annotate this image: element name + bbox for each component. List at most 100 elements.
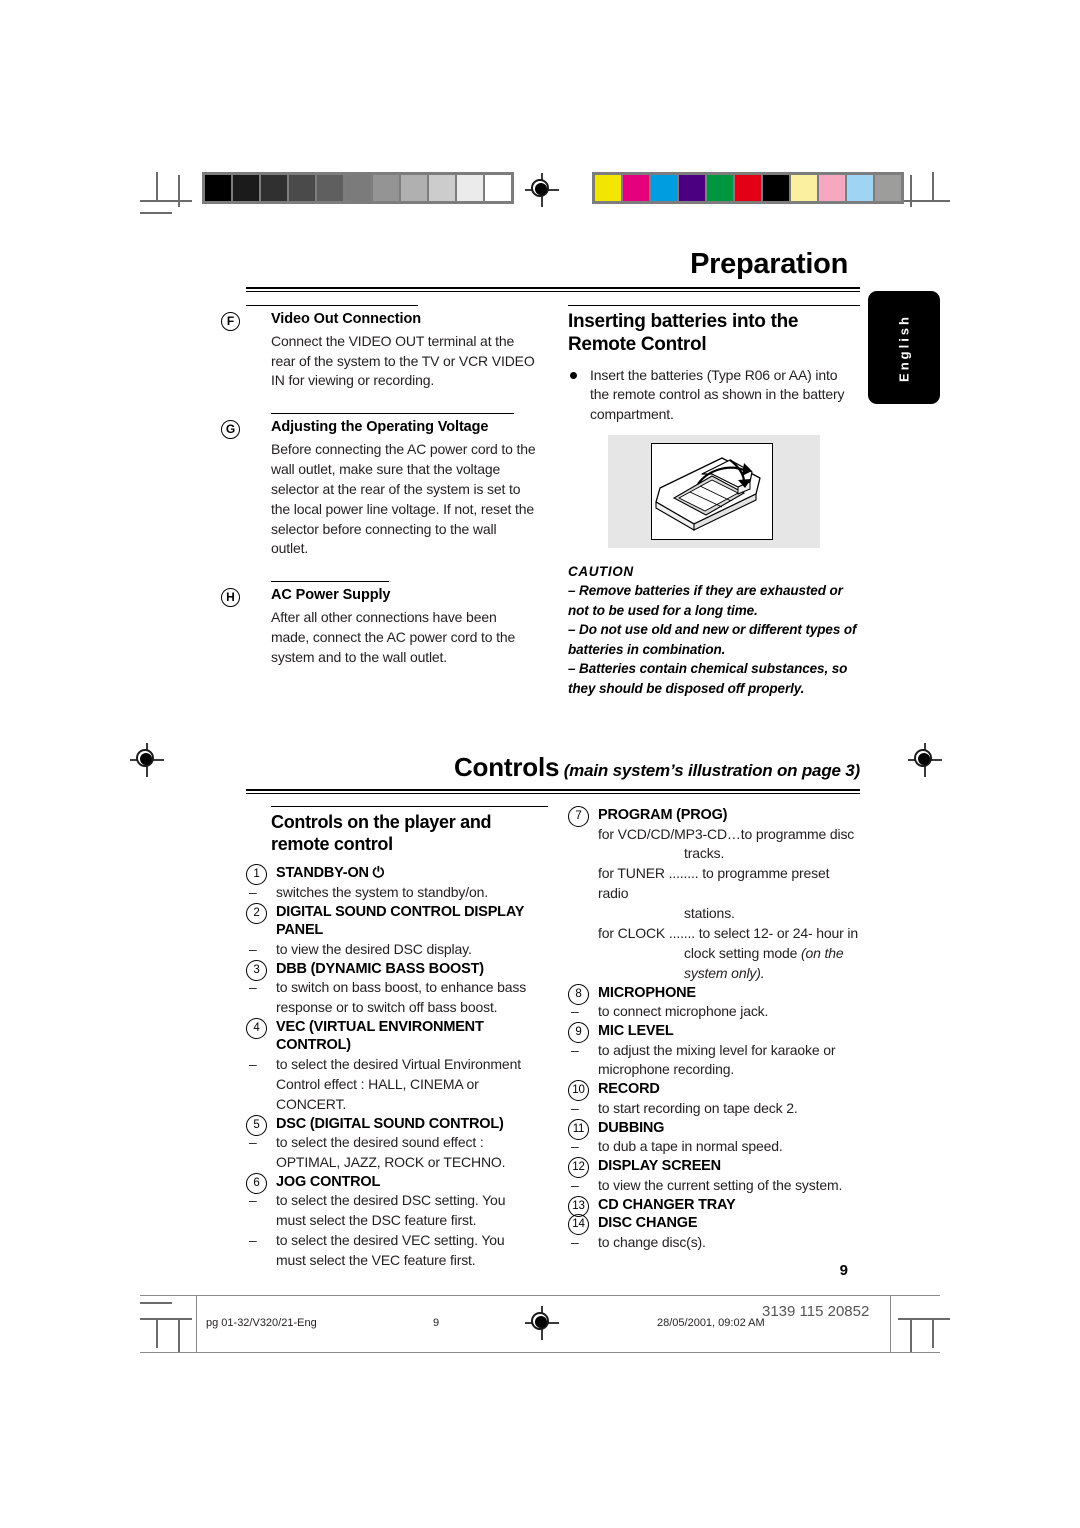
control-description: – to select the desired sound effect : OP… [246, 1133, 536, 1173]
program-line-indent: clock setting mode (on the [598, 944, 860, 964]
control-description: – to select the desired VEC setting. You … [246, 1231, 536, 1271]
section-ac-power-supply: H AC Power Supply After all other connec… [221, 581, 536, 667]
control-description: – to dub a tape in normal speed. [568, 1137, 860, 1157]
control-description: – to adjust the mixing level for karaoke … [568, 1041, 860, 1081]
control-description-text: to adjust the mixing level for karaoke o… [598, 1041, 836, 1078]
control-label-text: MICROPHONE [598, 984, 696, 1001]
control-description: – switches the system to standby/on. [246, 883, 536, 903]
section-divider [568, 305, 860, 306]
dash-bullet: – [249, 940, 257, 957]
control-description-text: to select the desired DSC setting. You m… [276, 1192, 506, 1229]
control-label: 6 JOG CONTROL [246, 1172, 536, 1194]
page-number: 9 [839, 1262, 848, 1279]
control-description-text: to select the desired sound effect : OPT… [276, 1134, 506, 1171]
control-item-dbb: 3 DBB (DYNAMIC BASS BOOST) – to switch on … [246, 959, 536, 1018]
footer-page-marker: 9 [433, 1317, 440, 1329]
section-letter-badge: H [221, 588, 240, 608]
dash-bullet: – [571, 1003, 579, 1020]
section-heading: Adjusting the Operating Voltage [271, 419, 489, 436]
control-label-text: CD CHANGER TRAY [598, 1196, 736, 1213]
controls-right-column: 7 PROGRAM (PROG) for VCD/CD/MP3-CD…to pro… [568, 806, 860, 1253]
section-heading: Video Out Connection [271, 311, 421, 327]
control-description-text: to change disc(s). [598, 1233, 706, 1250]
control-label: 12 DISPLAY SCREEN [568, 1157, 860, 1179]
control-label: 10 RECORD [568, 1080, 860, 1102]
dash-bullet: – [249, 883, 257, 900]
battery-bullet-text: Insert the batteries (Type R06 or AA) in… [590, 366, 845, 423]
control-label: 14 DISC CHANGE [568, 1214, 860, 1236]
program-line-indent: tracks. [684, 845, 725, 862]
dash-bullet: – [249, 1232, 257, 1249]
control-description: for CLOCK ....... to select 12- or 24- h… [568, 924, 860, 984]
section-body: After all other connections have been ma… [271, 608, 516, 665]
footer-side-tick-right [890, 1295, 891, 1352]
control-label-text: VEC (VIRTUAL ENVIRONMENT CONTROL) [276, 1018, 484, 1054]
section-divider [271, 581, 389, 583]
dash-bullet: – [571, 1099, 579, 1116]
control-description: – to connect microphone jack. [568, 1002, 860, 1022]
section-heading: AC Power Supply [271, 587, 391, 604]
section-video-out-connection: F Video Out Connection Connect the VIDEO… [221, 305, 536, 391]
control-item-record: 10 RECORD – to start recording on tape dec… [568, 1080, 860, 1118]
controls-banner-rule [246, 789, 860, 794]
remote-battery-figure-frame [651, 443, 773, 541]
control-label-text: MIC LEVEL [598, 1022, 674, 1039]
control-label: 1 STANDBY-ON ⏻ [246, 864, 536, 886]
control-label: 8 MICROPHONE [568, 983, 860, 1005]
control-label-text: RECORD [598, 1081, 660, 1098]
footer-side-tick-left [196, 1295, 197, 1352]
control-label: 11 DUBBING [568, 1118, 860, 1140]
controls-banner-subtitle: (main system’s illustration on page 3) [563, 761, 860, 780]
section-divider [246, 305, 418, 306]
controls-heading-line1: Controls on the player and [271, 812, 492, 832]
right-column-batteries: Inserting batteries into the Remote Cont… [568, 305, 860, 699]
control-item-program: 7 PROGRAM (PROG) for VCD/CD/MP3-CD…to pro… [568, 806, 860, 984]
header-rule [246, 287, 860, 292]
remote-control-illustration-icon [655, 457, 761, 532]
control-description: – to start recording on tape deck 2. [568, 1099, 860, 1119]
control-item-cd-changer-tray: 13 CD CHANGER TRAY [568, 1195, 860, 1217]
document-page: Preparation English F Video Out Connecti… [0, 0, 1080, 1528]
control-label-text: JOG CONTROL [276, 1173, 381, 1190]
control-item-standby-on: 1 STANDBY-ON ⏻ – switches the system to st… [246, 864, 536, 902]
footer-rule-top [140, 1295, 940, 1296]
program-line-indent: stations. [684, 905, 735, 922]
control-item-disc-change: 14 DISC CHANGE – to change disc(s). [568, 1214, 860, 1252]
control-description: for TUNER ........ to programme preset r… [568, 864, 860, 924]
control-label: 4 VEC (VIRTUAL ENVIRONMENT CONTROL) [246, 1017, 536, 1055]
program-line-lead: for VCD/CD/MP3-CD… [598, 825, 741, 842]
control-item-mic-level: 9 MIC LEVEL – to adjust the mixing level f… [568, 1021, 860, 1081]
section-letter-badge: F [221, 312, 240, 331]
battery-heading-line1: Inserting batteries into the [568, 311, 799, 332]
section-adjusting-operating-voltage: G Adjusting the Operating Voltage Before… [221, 413, 536, 559]
control-description: – to select the desired Virtual Environme… [246, 1055, 536, 1115]
dash-bullet: – [249, 979, 257, 996]
program-indent-italic: (on the [801, 944, 844, 961]
control-item-dubbing: 11 DUBBING – to dub a tape in normal speed… [568, 1118, 860, 1157]
section-divider [271, 413, 514, 415]
control-description: for VCD/CD/MP3-CD…to programme disc trac… [568, 825, 860, 865]
dash-bullet: – [571, 1176, 579, 1193]
section-body: Before connecting the AC power cord to t… [271, 441, 536, 557]
footer-timestamp: 28/05/2001, 09:02 AM [657, 1317, 765, 1329]
battery-section-heading: Inserting batteries into the Remote Cont… [568, 311, 860, 357]
controls-heading-line2: remote control [271, 833, 393, 854]
caution-line: – Remove batteries if they are exhausted… [568, 583, 843, 618]
control-number-badge: 4 [246, 1017, 267, 1039]
dash-bullet: – [249, 1134, 257, 1151]
control-label: 5 DSC (DIGITAL SOUND CONTROL) [246, 1114, 536, 1136]
dash-bullet: – [249, 1192, 257, 1209]
control-description-text: to connect microphone jack. [598, 1003, 769, 1020]
dash-bullet: – [571, 1041, 579, 1058]
control-item-display-screen: 12 DISPLAY SCREEN – to view the current se… [568, 1157, 860, 1195]
section-letter-badge: G [221, 420, 240, 440]
control-label-text: PROGRAM (PROG) [598, 807, 728, 823]
control-number-badge: 2 [246, 902, 267, 924]
control-description-text: to view the desired DSC display. [276, 940, 472, 957]
battery-heading-line2: Remote Control [568, 333, 707, 355]
program-line-text: to programme disc [740, 825, 855, 842]
caution-line: – Do not use old and new or different ty… [568, 622, 857, 657]
control-label-text: DBB (DYNAMIC BASS BOOST) [276, 960, 484, 977]
controls-section-heading: Controls on the player and remote contro… [271, 812, 536, 855]
control-label-text: DUBBING [598, 1119, 665, 1136]
